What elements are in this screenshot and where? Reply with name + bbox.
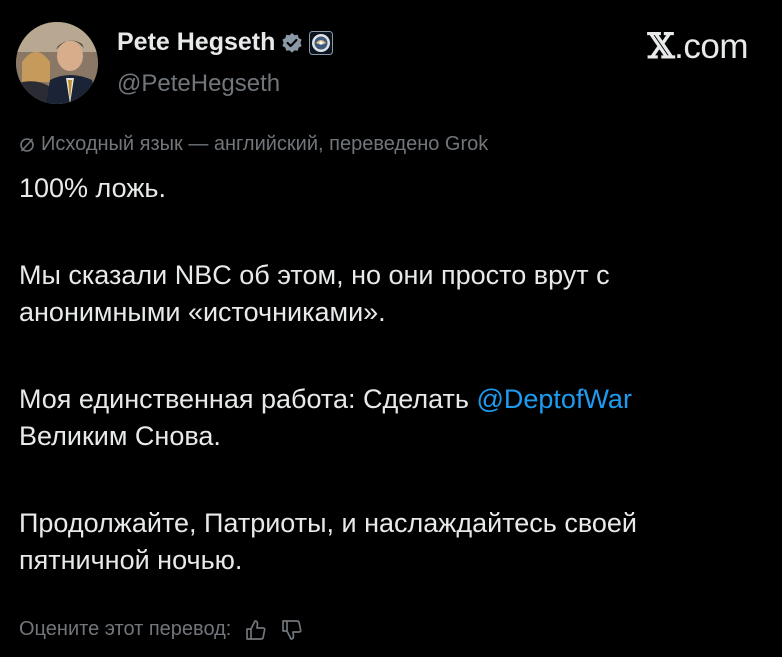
x-brand-logo: 𝕏.com (647, 26, 748, 67)
translation-note-text: Исходный язык — английский, переведено G… (41, 133, 489, 155)
avatar-photo (16, 22, 98, 104)
brand-suffix: .com (674, 27, 748, 66)
author-handle[interactable]: @PeteHegseth (117, 70, 280, 98)
tweet-paragraph-3: Моя единственная работа: Сделать @Deptof… (19, 381, 759, 455)
tweet-paragraph-3-end: Великим Снова. (19, 421, 221, 451)
mention-link[interactable]: @DeptofWar (476, 384, 631, 414)
tweet-paragraph-2: Мы сказали NBC об этом, но они просто вр… (19, 260, 610, 327)
grok-icon (19, 137, 35, 153)
rate-translation-label: Оцените этот перевод: (19, 618, 232, 640)
translation-note: Исходный язык — английский, переведено G… (19, 133, 488, 156)
x-logo-icon: 𝕏 (647, 26, 675, 67)
rate-translation: Оцените этот перевод: (19, 618, 303, 641)
tweet-line-1: 100% ложь. (19, 173, 166, 203)
affiliate-seal-icon[interactable] (309, 30, 334, 55)
verified-badge-icon (281, 32, 303, 54)
avatar[interactable] (16, 22, 98, 104)
thumbs-down-icon[interactable] (281, 619, 303, 641)
tweet-body: 100% ложь. Мы сказали NBC об этом, но он… (19, 170, 759, 579)
author-name-row: Pete Hegseth (117, 28, 334, 57)
thumbs-up-icon[interactable] (245, 619, 267, 641)
author-name[interactable]: Pete Hegseth (117, 28, 275, 57)
tweet-paragraph-4: Продолжайте, Патриоты, и наслаждайтесь с… (19, 508, 638, 575)
tweet-paragraph-3-text: Моя единственная работа: Сделать (19, 384, 477, 414)
